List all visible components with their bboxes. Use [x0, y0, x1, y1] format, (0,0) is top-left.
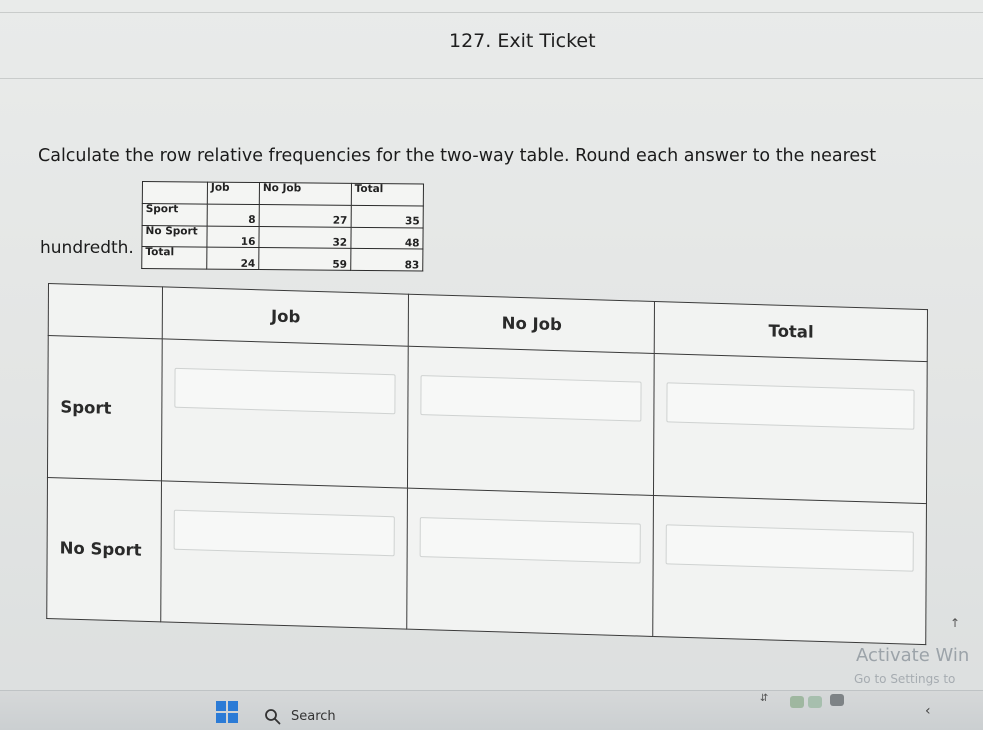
ref-header-no-job: No Job — [259, 182, 352, 206]
ref-cell: 32 — [258, 226, 351, 249]
ref-cell: 48 — [350, 226, 424, 250]
answer-cell — [653, 494, 927, 645]
ref-cell: 27 — [259, 204, 351, 227]
answer-input-no-sport-no-job[interactable] — [419, 516, 642, 564]
ref-cell: 8 — [207, 203, 260, 227]
answer-input-sport-job[interactable] — [174, 367, 396, 415]
activate-windows-subtitle: Go to Settings to — [854, 672, 956, 686]
answer-input-sport-no-job[interactable] — [420, 375, 643, 422]
network-icon[interactable]: ⇵ — [760, 693, 768, 704]
tray-app-icon[interactable] — [830, 694, 844, 706]
answer-cell — [161, 338, 409, 488]
answer-row-label-no-sport: No Sport — [46, 476, 162, 622]
chevron-left-icon[interactable]: ‹ — [925, 703, 931, 719]
answer-header-job: Job — [162, 286, 409, 347]
answer-header-total: Total — [654, 301, 928, 362]
ref-cell: 59 — [258, 247, 351, 271]
ref-corner — [142, 181, 208, 204]
tray-app-icon[interactable] — [790, 696, 804, 708]
header-rule — [0, 78, 983, 79]
answer-cell — [161, 480, 408, 630]
question-text: Calculate the row relative frequencies f… — [38, 146, 877, 166]
ref-row-label: No Sport — [141, 225, 208, 248]
answer-input-no-sport-job[interactable] — [173, 509, 396, 556]
answer-table: Job No Job Total Sport No Sport — [46, 283, 928, 646]
top-rule — [0, 12, 983, 13]
ref-header-job: Job — [207, 182, 260, 205]
search-icon[interactable] — [264, 708, 282, 726]
taskbar-search-box[interactable]: Search — [291, 709, 336, 724]
answer-corner — [48, 283, 163, 339]
page-title: 127. Exit Ticket — [449, 30, 596, 52]
answer-header-no-job: No Job — [408, 294, 655, 354]
activate-windows-watermark: Activate Win — [856, 645, 970, 666]
windows-logo-icon[interactable] — [216, 701, 238, 723]
reference-two-way-table: Job No Job Total Sport 8 27 35 No Sport … — [141, 181, 424, 272]
tray-app-icon[interactable] — [808, 696, 822, 708]
answer-cell — [407, 487, 654, 637]
ref-row-label: Total — [141, 246, 207, 270]
answer-cell — [653, 353, 928, 504]
ref-header-total: Total — [350, 183, 424, 206]
ref-row-label: Sport — [142, 203, 208, 226]
answer-input-no-sport-total[interactable] — [666, 523, 914, 572]
ref-cell: 24 — [206, 247, 259, 270]
taskbar: Search ⇵ ‹ — [0, 690, 983, 730]
ref-cell: 16 — [206, 225, 260, 248]
mouse-cursor-icon: ↑ — [950, 616, 961, 630]
answer-input-sport-total[interactable] — [666, 382, 915, 430]
answer-row-label-sport: Sport — [47, 335, 163, 481]
ref-cell: 35 — [350, 205, 424, 228]
ref-cell: 83 — [350, 248, 423, 271]
answer-cell — [407, 346, 655, 495]
question-text-continued: hundredth. — [40, 238, 134, 258]
